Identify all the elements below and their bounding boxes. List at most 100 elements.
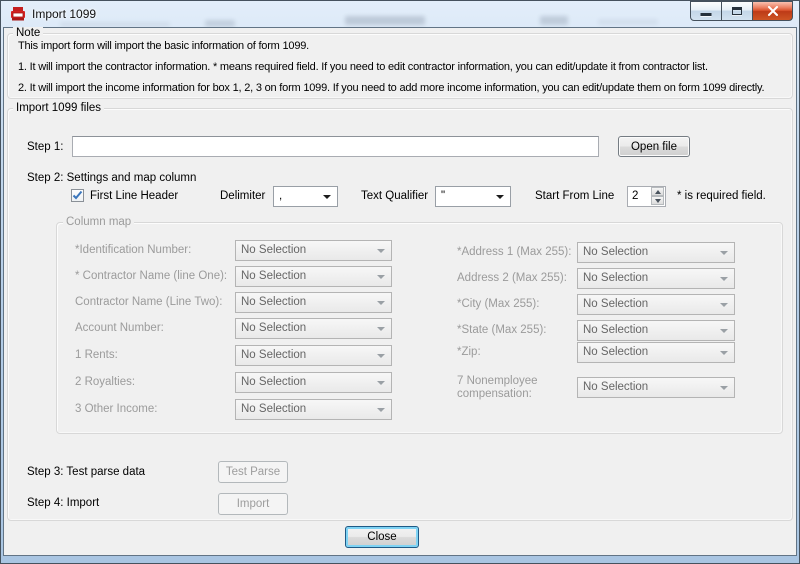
column-map-select-other-income[interactable]: No Selection (235, 399, 392, 420)
chevron-down-icon (377, 249, 385, 253)
column-map-select-address1[interactable]: No Selection (577, 242, 735, 263)
chevron-down-icon (720, 251, 728, 255)
combo-value: No Selection (241, 376, 306, 388)
column-map-label-zip: *Zip: (457, 346, 481, 358)
combo-value: No Selection (583, 272, 648, 284)
step3-label: Step 3: Test parse data (27, 466, 145, 478)
combo-value: No Selection (241, 322, 306, 334)
column-map-group-title: Column map (63, 216, 134, 228)
chevron-down-icon (323, 195, 331, 199)
text-qualifier-select[interactable]: " (435, 186, 511, 207)
chevron-down-icon (377, 408, 385, 412)
minimize-icon (701, 13, 712, 16)
combo-value: No Selection (241, 244, 306, 256)
column-map-label-identification-number: *Identification Number: (75, 244, 191, 256)
chevron-down-icon (720, 277, 728, 281)
column-map-label-rents: 1 Rents: (75, 349, 118, 361)
note-line-2: 1. It will import the contractor informa… (18, 61, 708, 73)
open-file-button[interactable]: Open file (618, 136, 690, 157)
chevron-up-icon (655, 190, 661, 194)
titlebar-ghost (598, 19, 658, 25)
close-window-button[interactable] (752, 1, 793, 21)
combo-value: No Selection (241, 270, 306, 282)
step1-label: Step 1: (27, 141, 63, 153)
spinner-up-button[interactable] (651, 187, 664, 196)
column-map-label-nonemployee-compensation: 7 Nonemployee compensation: (457, 375, 565, 401)
test-parse-button[interactable]: Test Parse (218, 461, 288, 483)
chevron-down-icon (377, 354, 385, 358)
combo-value: No Selection (583, 324, 648, 336)
column-map-label-state: *State (Max 255): (457, 324, 546, 336)
column-map-label-account-number: Account Number: (75, 322, 164, 334)
chevron-down-icon (377, 381, 385, 385)
titlebar-ghost (540, 16, 568, 25)
combo-value: No Selection (241, 296, 306, 308)
chevron-down-icon (377, 275, 385, 279)
column-map-label-address1: *Address 1 (Max 255): (457, 246, 571, 258)
column-map-label-contractor-name-two: Contractor Name (Line Two): (75, 296, 222, 308)
column-map-select-rents[interactable]: No Selection (235, 345, 392, 366)
chevron-down-icon (496, 195, 504, 199)
maximize-button[interactable] (721, 1, 753, 21)
maximize-icon (732, 7, 742, 15)
column-map-select-city[interactable]: No Selection (577, 294, 735, 315)
column-map-label-other-income: 3 Other Income: (75, 403, 157, 415)
column-map-label-contractor-name-one: * Contractor Name (line One): (75, 270, 227, 282)
app-icon (10, 6, 26, 22)
column-map-select-zip[interactable]: No Selection (577, 342, 735, 363)
chevron-down-icon (655, 199, 661, 203)
first-line-header-label: First Line Header (90, 190, 178, 202)
step2-label: Step 2: Settings and map column (27, 172, 196, 184)
column-map-select-contractor-name-one[interactable]: No Selection (235, 266, 392, 287)
chevron-down-icon (720, 386, 728, 390)
step4-label: Step 4: Import (27, 497, 99, 509)
chevron-down-icon (720, 303, 728, 307)
column-map-select-nonemployee-compensation[interactable]: No Selection (577, 377, 735, 398)
chevron-down-icon (377, 301, 385, 305)
combo-value: No Selection (241, 403, 306, 415)
combo-value: No Selection (241, 349, 306, 361)
combo-value: No Selection (583, 298, 648, 310)
titlebar-ghost (205, 20, 235, 27)
titlebar-ghost (345, 16, 425, 25)
note-group-title: Note (13, 27, 43, 39)
import-files-group-title: Import 1099 files (13, 102, 104, 114)
column-map-select-royalties[interactable]: No Selection (235, 372, 392, 393)
start-from-line-label: Start From Line (535, 190, 614, 202)
column-map-select-contractor-name-two[interactable]: No Selection (235, 292, 392, 313)
column-map-label-address2: Address 2 (Max 255): (457, 272, 567, 284)
close-button[interactable]: Close (345, 526, 419, 548)
close-icon (767, 6, 778, 16)
combo-value: No Selection (583, 381, 648, 393)
chevron-down-icon (377, 327, 385, 331)
column-map-select-identification-number[interactable]: No Selection (235, 240, 392, 261)
note-line-1: This import form will import the basic i… (18, 40, 309, 52)
start-from-line-stepper[interactable]: 2 (627, 186, 666, 207)
window-title: Import 1099 (32, 7, 96, 21)
combo-value: No Selection (583, 346, 648, 358)
column-map-label-royalties: 2 Royalties: (75, 376, 135, 388)
text-qualifier-label: Text Qualifier (361, 190, 428, 202)
column-map-select-state[interactable]: No Selection (577, 320, 735, 341)
chevron-down-icon (720, 329, 728, 333)
import-1099-dialog: Import 1099 Note This import form will i… (0, 0, 800, 564)
column-map-select-address2[interactable]: No Selection (577, 268, 735, 289)
required-field-note: * is required field. (677, 190, 766, 202)
titlebar[interactable]: Import 1099 (0, 0, 800, 28)
file-path-input[interactable] (72, 136, 599, 157)
column-map-label-city: *City (Max 255): (457, 298, 539, 310)
import-button[interactable]: Import (218, 493, 288, 515)
delimiter-label: Delimiter (220, 190, 265, 202)
text-qualifier-value: " (441, 190, 445, 202)
minimize-button[interactable] (690, 1, 722, 21)
column-map-select-account-number[interactable]: No Selection (235, 318, 392, 339)
delimiter-value: , (279, 190, 282, 202)
start-from-line-value: 2 (632, 190, 638, 202)
first-line-header-checkbox[interactable] (71, 189, 84, 202)
combo-value: No Selection (583, 246, 648, 258)
delimiter-select[interactable]: , (273, 186, 338, 207)
checkmark-icon (72, 190, 83, 201)
spinner-down-button[interactable] (651, 196, 664, 205)
note-line-3: 2. It will import the income information… (18, 82, 764, 94)
chevron-down-icon (720, 351, 728, 355)
